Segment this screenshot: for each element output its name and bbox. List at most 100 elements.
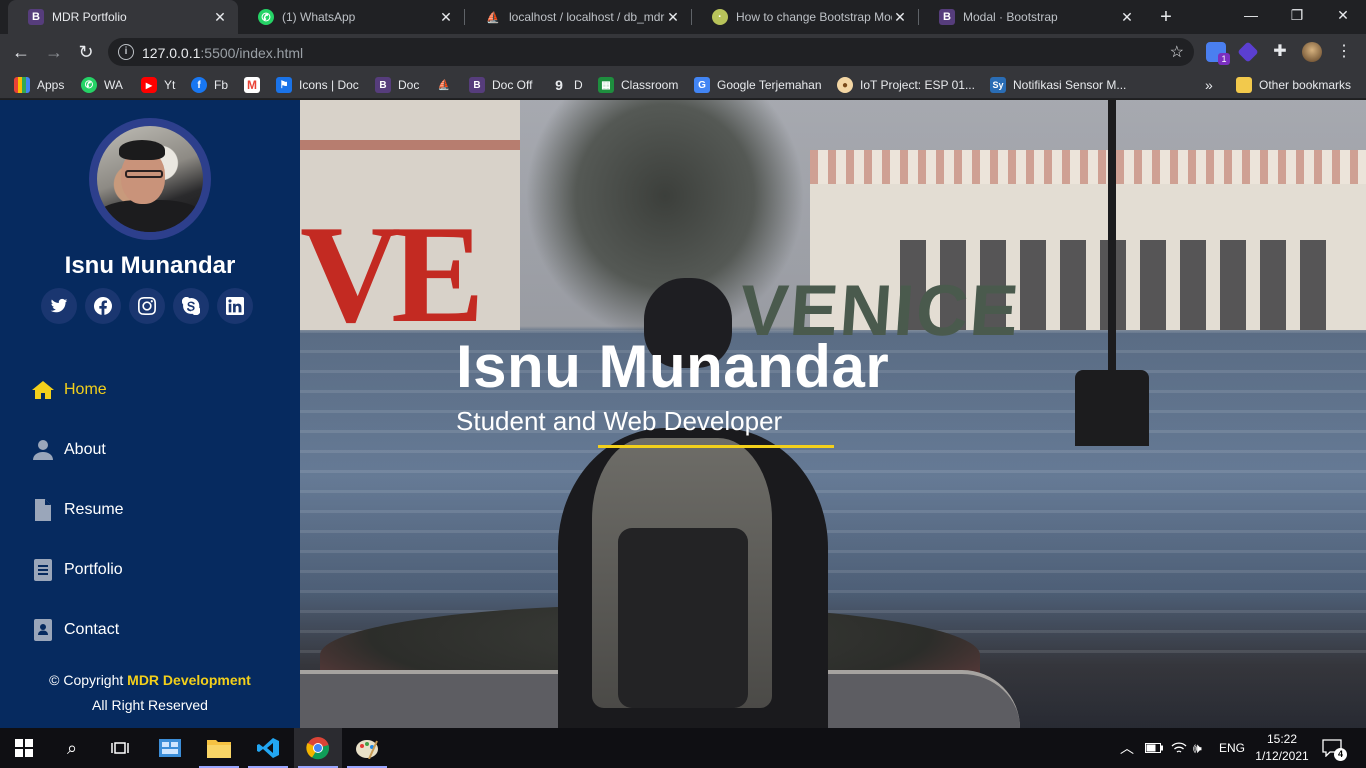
tab-phpmyadmin[interactable]: ⛵ localhost / localhost / db_mdr ✕ — [465, 0, 691, 34]
tab-modal-bootstrap[interactable]: B Modal · Bootstrap ✕ — [919, 0, 1145, 34]
close-icon[interactable]: ✕ — [892, 9, 908, 26]
facebook-icon: f — [191, 77, 207, 93]
back-button[interactable]: ← — [9, 40, 33, 64]
sidebar-item-resume[interactable]: Resume — [0, 480, 300, 540]
site-info-icon[interactable]: i — [118, 44, 134, 60]
skype-icon[interactable] — [173, 288, 209, 324]
bookmark-gmail[interactable]: M — [244, 76, 267, 94]
sidebar-item-contact[interactable]: Contact — [0, 600, 300, 660]
file-icon — [30, 497, 56, 523]
bookmark-d[interactable]: 9D — [551, 76, 583, 94]
tab-whatsapp[interactable]: ✆ (1) WhatsApp ✕ — [238, 0, 464, 34]
sidebar-item-home[interactable]: Home — [0, 360, 300, 420]
sy-icon: Sy — [990, 77, 1006, 93]
tab-stackoverflow[interactable]: · How to change Bootstrap Moda ✕ — [692, 0, 918, 34]
bookmark-icons-doc[interactable]: ⚑ Icons | Doc — [276, 76, 359, 94]
bookmark-yt[interactable]: ▶ Yt — [141, 76, 175, 94]
search-icon[interactable]: ⌕ — [48, 728, 96, 768]
close-icon[interactable]: ✕ — [1119, 9, 1135, 26]
new-tab-button[interactable]: + — [1154, 5, 1178, 29]
bookmark-phpmyadmin[interactable]: ⛵ — [436, 76, 459, 94]
wifi-icon[interactable] — [1171, 728, 1187, 768]
puzzle-extensions-icon[interactable]: ✚ — [1270, 42, 1290, 62]
instagram-icon[interactable] — [129, 288, 165, 324]
bookmark-label: WA — [104, 78, 123, 92]
bookmark-label: Google Terjemahan — [717, 78, 822, 92]
hero-bg-lamp-base — [1075, 370, 1149, 446]
gem-extension-icon[interactable] — [1237, 41, 1259, 63]
bookmark-apps[interactable]: Apps — [14, 76, 64, 94]
footer-copyright: © Copyright MDR Development All Right Re… — [0, 668, 300, 718]
phpmyadmin-icon: ⛵ — [437, 79, 451, 91]
rights-text: All Right Reserved — [92, 697, 208, 713]
control-panel-icon[interactable] — [146, 728, 194, 768]
reload-button[interactable]: ↻ — [74, 40, 98, 64]
volume-icon[interactable]: 🕪 — [1193, 728, 1202, 768]
facebook-icon[interactable] — [85, 288, 121, 324]
url-host: 127.0.0.1 — [142, 45, 201, 61]
task-view-icon[interactable] — [96, 728, 144, 768]
phpmyadmin-icon: ⛵ — [486, 11, 500, 24]
tab-title: How to change Bootstrap Moda — [736, 10, 892, 24]
hero-bg-love-sculpture: VE — [300, 197, 484, 352]
sidebar-item-label: Portfolio — [64, 561, 123, 578]
copyright-brand: MDR Development — [127, 672, 251, 688]
close-icon[interactable]: ✕ — [438, 9, 454, 26]
bookmark-wa[interactable]: ✆ WA — [81, 76, 123, 94]
system-clock[interactable]: 15:22 1/12/2021 — [1252, 731, 1312, 765]
bookmark-fb[interactable]: f Fb — [191, 76, 228, 94]
tab-mdr-portfolio[interactable]: B MDR Portfolio ✕ — [8, 0, 238, 34]
url-text: 127.0.0.1:5500/index.html — [142, 45, 303, 61]
sidebar-item-label: Home — [64, 381, 107, 398]
youtube-icon: ▶ — [141, 77, 157, 93]
apps-grid-icon — [14, 77, 30, 93]
bookmark-label: Yt — [164, 78, 176, 92]
chrome-icon[interactable] — [294, 728, 342, 768]
bootstrap-icon: B — [28, 9, 44, 25]
avatar — [89, 118, 211, 240]
language-indicator[interactable]: ENG — [1219, 728, 1245, 768]
notifications-icon[interactable]: 4 — [1322, 728, 1347, 768]
chrome-menu-icon[interactable]: ⋮ — [1334, 42, 1354, 62]
close-icon[interactable]: ✕ — [212, 9, 228, 26]
profile-avatar[interactable] — [1302, 42, 1322, 62]
bootstrap-icon: B — [469, 77, 485, 93]
bookmarks-overflow[interactable]: » — [1205, 76, 1213, 94]
user-icon — [30, 437, 56, 463]
address-bar[interactable]: i 127.0.0.1:5500/index.html ☆ — [108, 38, 1194, 66]
sidebar-item-portfolio[interactable]: Portfolio — [0, 540, 300, 600]
tab-title: MDR Portfolio — [52, 10, 127, 24]
person-backpack-pocket — [618, 528, 748, 708]
bookmark-google-translate[interactable]: G Google Terjemahan — [694, 76, 822, 94]
forward-button[interactable]: → — [42, 40, 66, 64]
bookmark-classroom[interactable]: ▦ Classroom — [598, 76, 678, 94]
other-bookmarks[interactable]: Other bookmarks — [1236, 76, 1351, 94]
calendar-extension-icon[interactable]: 1 — [1206, 42, 1230, 65]
clock-date: 1/12/2021 — [1255, 749, 1309, 763]
restore-button[interactable]: ❐ — [1274, 0, 1320, 34]
close-window-button[interactable]: ✕ — [1320, 0, 1366, 34]
close-icon[interactable]: ✕ — [665, 9, 681, 26]
file-explorer-icon[interactable] — [195, 728, 243, 768]
vscode-icon[interactable] — [244, 728, 292, 768]
battery-icon[interactable] — [1145, 728, 1163, 768]
profile-photo — [97, 126, 203, 232]
bookmarks-bar: Apps ✆ WA ▶ Yt f Fb M ⚑ Icons | Doc B Doc ⛵ B… — [0, 70, 1366, 99]
tab-title: localhost / localhost / db_mdr — [509, 10, 665, 24]
twitter-icon[interactable] — [41, 288, 77, 324]
minimize-button[interactable]: — — [1228, 0, 1274, 34]
hero-bg-balustrade — [810, 150, 1366, 184]
flag-icon: ⚑ — [276, 77, 292, 93]
bookmark-doc-off[interactable]: B Doc Off — [469, 76, 532, 94]
windows-start-icon[interactable] — [0, 728, 48, 768]
tab-title: Modal · Bootstrap — [963, 10, 1058, 24]
paint-icon[interactable] — [343, 728, 391, 768]
bookmark-notifikasi[interactable]: Sy Notifikasi Sensor M... — [990, 76, 1126, 94]
bookmark-star-icon[interactable]: ☆ — [1170, 42, 1184, 62]
notification-count: 4 — [1334, 748, 1347, 761]
linkedin-icon[interactable] — [217, 288, 253, 324]
sidebar-item-about[interactable]: About — [0, 420, 300, 480]
tray-overflow-icon[interactable]: ︿ — [1120, 728, 1134, 768]
bookmark-doc[interactable]: B Doc — [375, 76, 419, 94]
bookmark-iot-project[interactable]: ● IoT Project: ESP 01... — [837, 76, 975, 94]
